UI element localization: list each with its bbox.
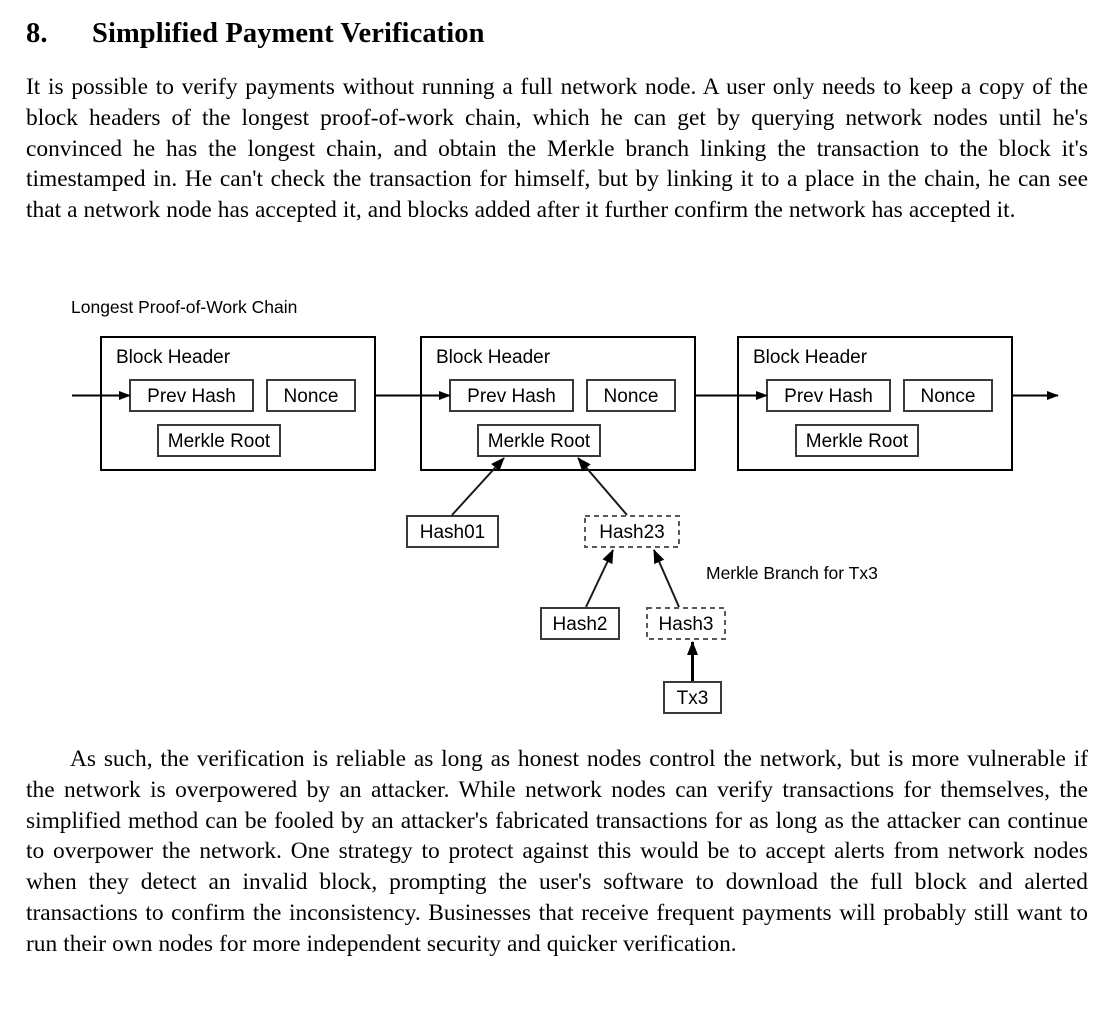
block-3-prev-hash-box: [766, 379, 891, 412]
block-3-merkle-root-box: [795, 424, 919, 457]
block-1-prev-hash-box: [129, 379, 254, 412]
block-header-3: Block Header Prev Hash Nonce Merkle Root: [737, 336, 1013, 471]
section-title: Simplified Payment Verification: [92, 18, 485, 49]
section-number: 8.: [26, 18, 48, 49]
merkle-node-hash01: Hash01: [406, 515, 499, 548]
block-header-1: Block Header Prev Hash Nonce Merkle Root: [100, 336, 376, 471]
hash3-label: Hash3: [659, 614, 714, 635]
block-3-nonce-label: Nonce: [921, 386, 976, 407]
block-1-nonce-box: [266, 379, 356, 412]
hash23-label: Hash23: [599, 522, 665, 543]
block-2-prev-hash-box: [449, 379, 574, 412]
block-3-title: Block Header: [753, 347, 868, 368]
intro-paragraph: It is possible to verify payments withou…: [26, 74, 1088, 224]
chain-caption: Longest Proof-of-Work Chain: [71, 297, 297, 317]
block-3-nonce-box: [903, 379, 993, 412]
merkle-node-hash2: Hash2: [540, 607, 620, 640]
hash01-label: Hash01: [420, 522, 486, 543]
page-title: 8. Simplified Payment Verification: [26, 18, 1088, 50]
arrow-hash01-to-merkle-root: [451, 457, 505, 516]
block-1-merkle-root-box: [157, 424, 281, 457]
block-3-prev-hash-label: Prev Hash: [784, 386, 873, 407]
block-1-outer: [100, 336, 376, 471]
arrow-hash2-to-hash23: [585, 549, 614, 608]
tx3-box: [663, 681, 722, 714]
block-1-prev-hash-label: Prev Hash: [147, 386, 236, 407]
block-1-merkle-root-label: Merkle Root: [168, 431, 271, 452]
block-2-nonce-label: Nonce: [604, 386, 659, 407]
block-3-merkle-root-label: Merkle Root: [806, 431, 909, 452]
merkle-node-tx3: Tx3: [663, 681, 722, 714]
block-2-prev-hash-label: Prev Hash: [467, 386, 556, 407]
arrow-hash23-to-merkle-root: [577, 457, 628, 516]
merkle-node-hash3: Hash3: [646, 607, 726, 640]
block-2-outer: [420, 336, 696, 471]
arrow-hash3-to-hash23: [653, 549, 680, 608]
block-1-title: Block Header: [116, 347, 231, 368]
hash2-box: [540, 607, 620, 640]
block-2-title: Block Header: [436, 347, 551, 368]
hash23-box: [584, 515, 680, 548]
hash01-box: [406, 515, 499, 548]
block-2-nonce-box: [586, 379, 676, 412]
block-3-outer: [737, 336, 1013, 471]
conclusion-paragraph: As such, the verification is reliable as…: [26, 746, 1088, 957]
branch-caption: Merkle Branch for Tx3: [706, 563, 878, 583]
block-2-merkle-root-box: [477, 424, 601, 457]
merkle-node-hash23: Hash23: [584, 515, 680, 548]
document-page: 8. Simplified Payment Verification It is…: [26, 0, 1088, 957]
block-2-merkle-root-label: Merkle Root: [488, 431, 591, 452]
block-header-2: Block Header Prev Hash Nonce Merkle Root: [420, 336, 696, 471]
tx3-label: Tx3: [677, 688, 709, 709]
block-1-nonce-label: Nonce: [284, 386, 339, 407]
hash3-box: [646, 607, 726, 640]
hash2-label: Hash2: [553, 614, 608, 635]
